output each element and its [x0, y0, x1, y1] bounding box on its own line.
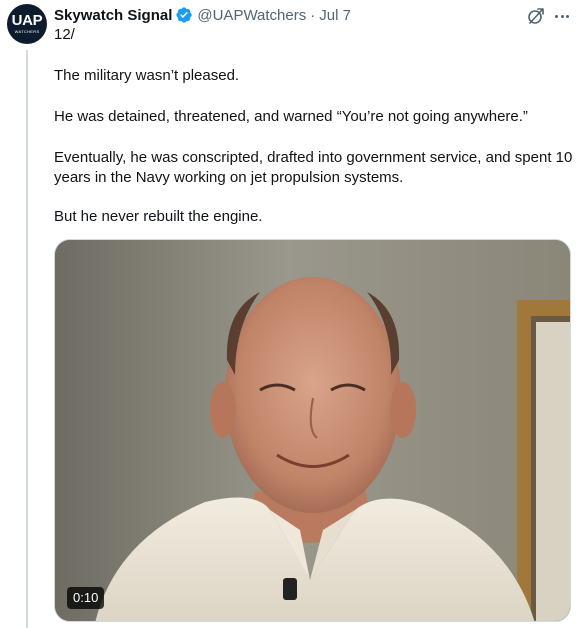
- avatar-text: UAP: [11, 12, 43, 29]
- video-duration: 0:10: [67, 587, 105, 609]
- tweet-text-line: The military wasn’t pleased.: [54, 67, 240, 84]
- tweet[interactable]: UAP WATCHERS Skywatch Signal @UAPWatcher…: [0, 0, 582, 628]
- avatar[interactable]: UAP WATCHERS: [7, 4, 47, 44]
- author-handle[interactable]: @UAPWatchers: [197, 7, 306, 24]
- tweet-text-line: He was detained, threatened, and warned …: [54, 108, 528, 125]
- tweet-text-line: Eventually, he was conscripted, drafted …: [54, 149, 573, 186]
- video-player[interactable]: 0:10: [54, 239, 571, 622]
- author-name[interactable]: Skywatch Signal: [54, 7, 172, 24]
- tweet-header: Skywatch Signal @UAPWatchers · Jul 7: [54, 4, 351, 26]
- more-options-icon[interactable]: [552, 6, 572, 26]
- avatar-subtext: WATCHERS: [14, 29, 40, 34]
- grok-icon[interactable]: [526, 6, 546, 26]
- verified-badge-icon: [176, 7, 193, 23]
- video-thumbnail: [55, 240, 570, 621]
- tweet-date[interactable]: Jul 7: [319, 7, 351, 24]
- tweet-text-line: 12/: [54, 26, 75, 43]
- thread-line: [26, 50, 28, 628]
- separator: ·: [310, 6, 316, 24]
- tweet-text-line: But he never rebuilt the engine.: [54, 208, 263, 225]
